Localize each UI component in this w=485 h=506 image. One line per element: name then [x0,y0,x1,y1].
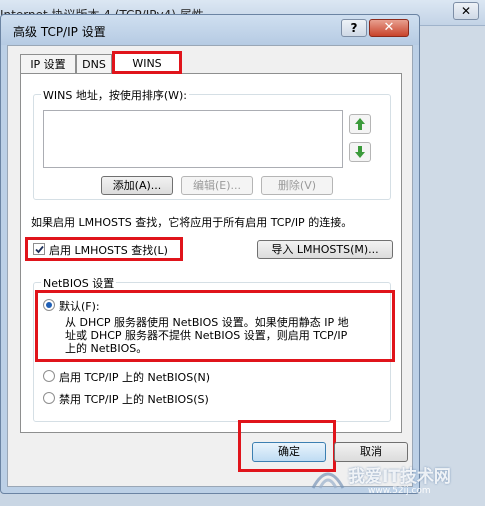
netbios-default-description-line3: 上的 NetBIOS。 [65,342,148,355]
tab-wins[interactable]: WINS [112,51,182,74]
tab-label: IP 设置 [30,58,66,71]
watermark-text: 我爱IT技术网 [348,467,451,487]
netbios-group-label: NetBIOS 设置 [41,275,117,291]
arrow-down-icon [355,146,365,158]
tab-label: WINS [132,57,162,70]
tab-label: DNS [82,58,106,71]
lmhosts-enable-label[interactable]: 启用 LMHOSTS 查找(L) [49,242,168,258]
checkmark-icon [35,245,44,254]
background-close-button[interactable]: ✕ [453,2,479,20]
watermark-logo-icon [311,472,345,489]
arrow-up-icon [355,118,365,130]
wins-tab-panel: WINS 地址，按使用排序(W): 添加(A)... 编辑(E)... 删除(V… [20,73,402,433]
netbios-disable-label[interactable]: 禁用 TCP/IP 上的 NetBIOS(S) [59,391,209,407]
help-button[interactable]: ? [341,19,367,37]
watermark-url: www.52ij.com [368,486,431,496]
netbios-default-label[interactable]: 默认(F): [59,298,100,314]
netbios-disable-radio[interactable] [43,392,55,404]
edit-button[interactable]: 编辑(E)... [181,176,253,195]
netbios-enable-radio[interactable] [43,370,55,382]
tab-ip-settings[interactable]: IP 设置 [20,54,76,74]
lmhosts-checkbox[interactable] [33,243,45,255]
watermark: 我爱IT技术网 www.52ij.com [300,458,480,502]
background-window-pane [420,26,485,506]
close-button[interactable]: ✕ [369,19,409,37]
move-down-button[interactable] [349,142,371,162]
import-lmhosts-button[interactable]: 导入 LMHOSTS(M)... [257,240,393,259]
lmhosts-info-text: 如果启用 LMHOSTS 查找，它将应用于所有启用 TCP/IP 的连接。 [31,216,353,229]
wins-address-label: WINS 地址，按使用排序(W): [41,87,189,103]
advanced-tcpip-dialog: 高级 TCP/IP 设置 ? ✕ IP 设置 DNS WINS WINS 地址，… [0,14,420,494]
dialog-title: 高级 TCP/IP 设置 [13,25,106,39]
netbios-enable-label[interactable]: 启用 TCP/IP 上的 NetBIOS(N) [59,369,210,385]
move-up-button[interactable] [349,114,371,134]
dialog-client-area: IP 设置 DNS WINS WINS 地址，按使用排序(W): 添加(A)..… [7,45,413,487]
delete-button[interactable]: 删除(V) [261,176,333,195]
netbios-default-radio[interactable] [43,299,55,311]
add-button[interactable]: 添加(A)... [101,176,173,195]
tab-dns[interactable]: DNS [76,54,112,74]
wins-address-list[interactable] [43,110,343,168]
